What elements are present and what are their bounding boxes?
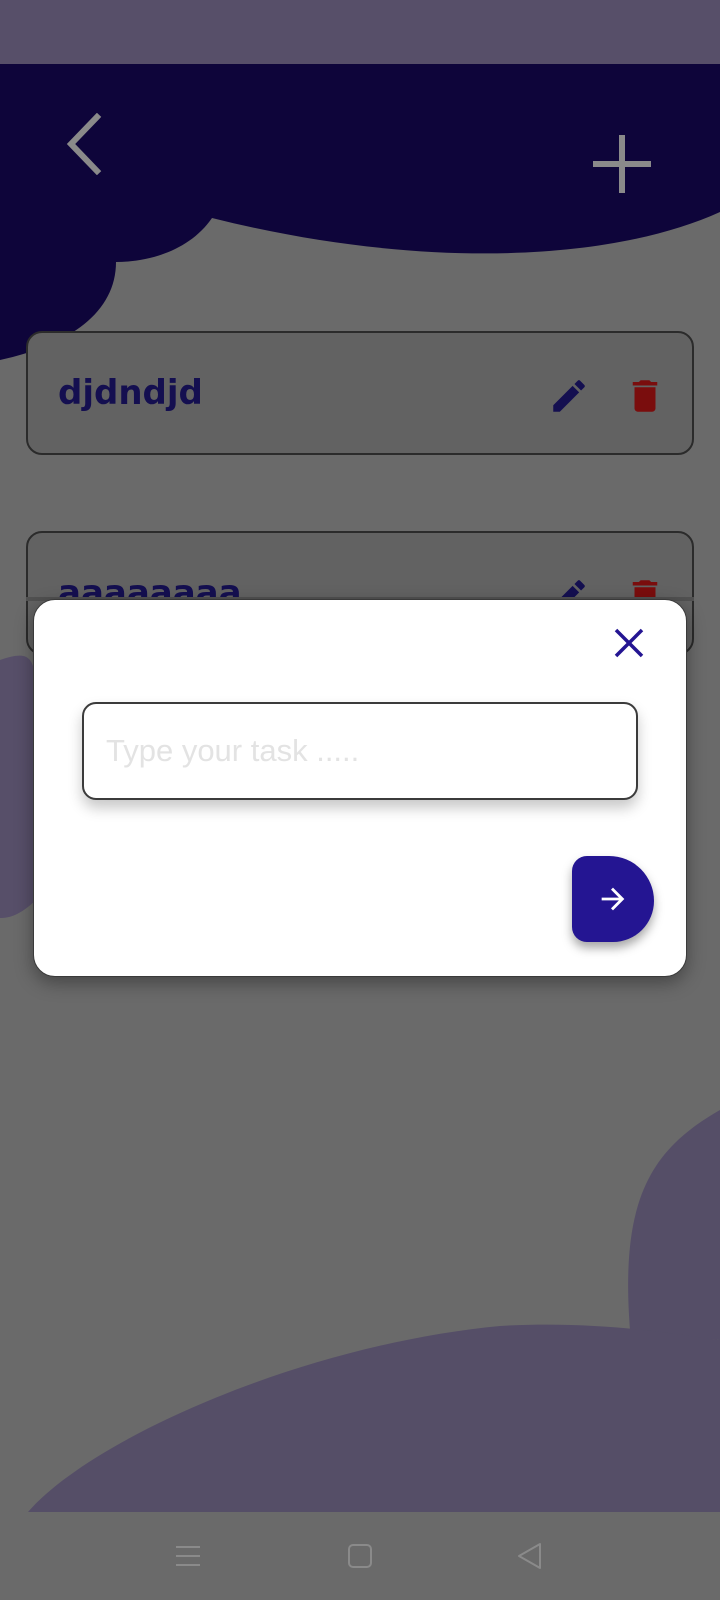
nav-back-button[interactable] [506, 1532, 554, 1580]
nav-home-button[interactable] [336, 1532, 384, 1580]
submit-task-button[interactable] [572, 856, 654, 942]
bottom-wave-blob [28, 1324, 720, 1512]
task-input[interactable] [82, 702, 638, 800]
arrow-right-icon [601, 887, 625, 911]
trash-icon[interactable] [624, 375, 666, 417]
add-task-button[interactable] [580, 122, 664, 206]
task-card: djdndjd [26, 331, 694, 455]
close-button[interactable] [606, 620, 652, 666]
back-button[interactable] [52, 104, 116, 184]
left-blob [0, 655, 36, 918]
menu-icon [176, 1546, 200, 1566]
chevron-left-icon [66, 113, 102, 175]
add-task-dialog [33, 599, 687, 977]
close-icon [614, 628, 644, 658]
task-title: djdndjd [58, 373, 203, 413]
triangle-back-icon [518, 1543, 541, 1569]
nav-menu-button[interactable] [164, 1532, 212, 1580]
bottom-right-blob [628, 1110, 720, 1340]
square-home-icon [348, 1544, 372, 1568]
system-nav-bar [0, 1512, 720, 1600]
plus-icon [593, 135, 651, 193]
pencil-icon[interactable] [548, 375, 590, 417]
